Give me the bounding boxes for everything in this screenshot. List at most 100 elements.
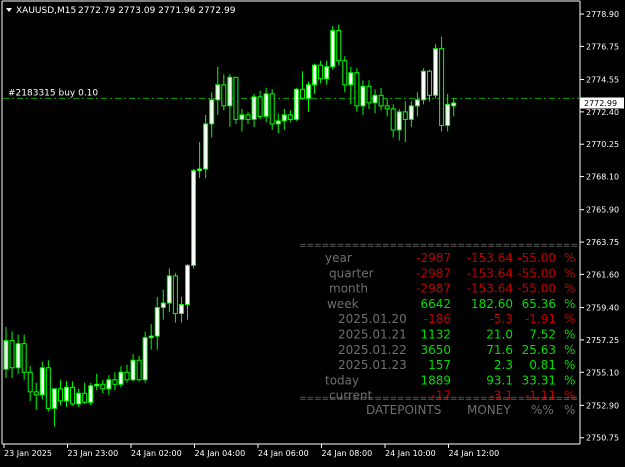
candle-body-up [445, 103, 451, 126]
candle [221, 74, 227, 111]
stats-row-percent: 25.63 [522, 343, 556, 357]
candle-body-down [402, 111, 408, 120]
price-tick-label: 2765.90 [586, 206, 619, 215]
stats-row-money: -153.64 [467, 251, 513, 265]
candle [263, 87, 269, 123]
stats-row-sign: % [564, 297, 575, 311]
price-tick-label: 2757.25 [586, 336, 619, 345]
candle [281, 108, 287, 130]
candle [378, 87, 384, 111]
candle-body-up [372, 94, 378, 104]
dropdown-triangle-icon[interactable] [6, 8, 12, 12]
stats-row-points: -2987 [416, 282, 451, 296]
candle [318, 60, 324, 84]
candle-body-up [148, 335, 154, 339]
footer-money: MONEY [467, 403, 511, 417]
order-line-label: #2183315 buy 0.10 [8, 88, 98, 98]
candle [142, 331, 148, 383]
candle-body-up [88, 385, 94, 403]
price-axis: 2778.90 2776.75 2774.55 2772.40 2770.25 2768.… [580, 10, 619, 443]
stats-row: year -2987 -153.64 -55.00% [325, 251, 575, 265]
candle-body-up [330, 30, 336, 68]
candle-body-down [57, 388, 63, 402]
current-price-tag: 2772.99 [580, 97, 624, 109]
chart-window[interactable]: #2183315 buy 0.10 2778.90 2776.75 2774.55 2… [0, 0, 625, 463]
candle [15, 334, 21, 374]
candle-body-down [354, 72, 360, 107]
stats-row-money: 93.1 [486, 373, 513, 387]
candle-body-down [172, 275, 178, 315]
candle [209, 92, 215, 138]
time-tick-label: 23 Jan 23:00 [68, 449, 119, 458]
stats-row: week 6642 182.60 65.36% [327, 297, 575, 311]
candle [64, 381, 69, 407]
candle [112, 372, 118, 391]
candle-body-up [39, 367, 45, 396]
candle [408, 101, 414, 127]
candle-body-up [263, 93, 269, 117]
candle-body-down [100, 383, 106, 390]
price-tick-label: 2774.55 [586, 76, 619, 85]
candle-body-up [251, 96, 257, 120]
candle [390, 104, 396, 138]
candle [185, 263, 190, 320]
stats-row-points: -2987 [416, 266, 451, 280]
stats-row-points: 1132 [420, 328, 451, 342]
candle [88, 382, 94, 406]
candle-body-up [142, 337, 148, 381]
stats-row: 2025.01.21 1132 21.0 7.52% [338, 328, 575, 342]
candle-body-up [451, 102, 457, 107]
price-tick-label: 2770.25 [586, 140, 619, 149]
price-tick-label: 2759.40 [586, 304, 619, 313]
candle [245, 111, 251, 124]
candle [451, 98, 457, 117]
price-tick-label: 2752.90 [586, 401, 619, 410]
candle [312, 63, 318, 94]
candle [372, 89, 378, 114]
candle [3, 327, 9, 379]
candle [45, 360, 51, 412]
candle [191, 169, 197, 269]
price-chart[interactable]: #2183315 buy 0.10 2778.902776.752774.552… [0, 0, 625, 463]
candle-body-up [293, 88, 299, 120]
stats-row: 2025.01.23 157 2.3 0.81% [338, 358, 575, 372]
candle-body-up [118, 371, 124, 385]
candle [215, 66, 221, 115]
candle-body-down [378, 94, 384, 107]
candle [148, 324, 154, 350]
candle-body-down [299, 88, 305, 99]
stats-row-points: 1889 [420, 373, 451, 387]
stats-row-percent: 65.36 [522, 297, 556, 311]
stats-row-percent: -55.00 [517, 251, 556, 265]
stats-row-label: 2025.01.21 [338, 328, 407, 342]
candle [9, 331, 15, 379]
stats-row-label: 2025.01.23 [338, 358, 407, 372]
candle-body-up [76, 392, 82, 405]
candle [414, 92, 420, 117]
candle-body-up [130, 359, 136, 381]
candle-body-up [215, 84, 221, 101]
candle-body-down [33, 391, 39, 396]
stats-row: today 1889 93.1 33.31% [325, 373, 575, 387]
candle [233, 76, 239, 124]
candle [384, 98, 390, 117]
time-tick-label: 24 Jan 02:00 [131, 449, 182, 458]
candle-body-up [185, 264, 190, 306]
stats-row-percent: -1.91 [525, 312, 556, 326]
candle-body-up [360, 85, 366, 107]
candle-body-down [257, 96, 263, 117]
candle [100, 379, 106, 394]
candle-body-down [366, 85, 372, 104]
candle-body-down [233, 76, 239, 120]
current-price-label: 2772.99 [584, 99, 617, 108]
candle-body-up [106, 379, 112, 390]
symbol-header: XAUUSD,M15 2772.79 2773.09 2771.96 2772.… [6, 6, 236, 16]
stats-row-money: 71.6 [486, 343, 513, 357]
stats-panel: =====================================yea… [299, 241, 578, 417]
candle-body-down [124, 371, 130, 381]
candle-body-down [112, 379, 118, 385]
candle [324, 60, 330, 85]
candle-body-down [336, 30, 342, 62]
stats-row-sign: % [564, 358, 575, 372]
candle [106, 375, 112, 395]
